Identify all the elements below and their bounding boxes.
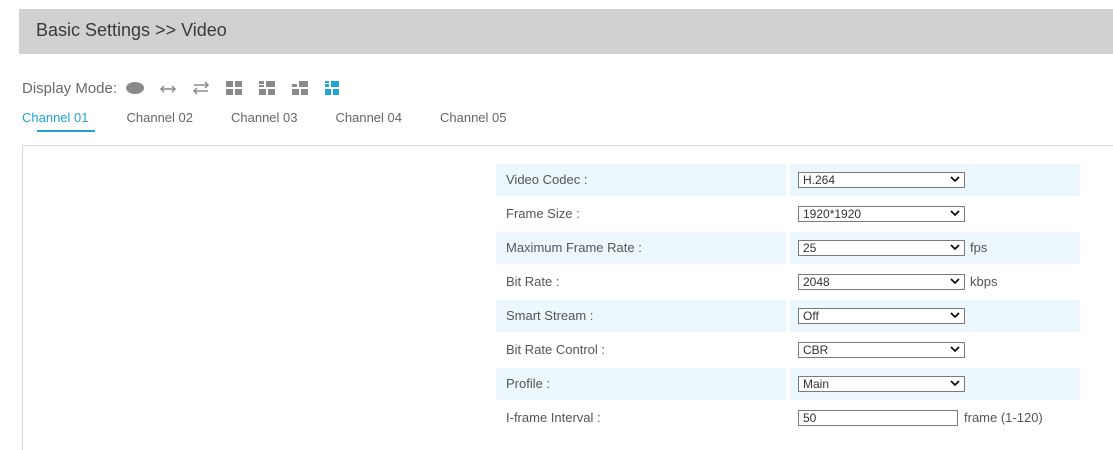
- grid-2x2-icon[interactable]: [224, 80, 244, 96]
- smart-stream-label: Smart Stream :: [496, 300, 786, 332]
- chevron-down-icon: [950, 380, 960, 387]
- frame-size-label: Frame Size :: [506, 206, 580, 221]
- profile-label: Profile :: [496, 368, 786, 400]
- tab-channel-04[interactable]: Channel 04: [336, 110, 403, 131]
- grid-layout-3-icon[interactable]: [290, 80, 310, 96]
- chevron-down-icon: [950, 176, 960, 183]
- tab-channel-02[interactable]: Channel 02: [127, 110, 194, 131]
- bit-rate-control-select[interactable]: CBR: [798, 342, 965, 358]
- iframe-interval-label: I-frame Interval :: [506, 410, 601, 425]
- smart-stream-select[interactable]: Off: [798, 308, 965, 324]
- iframe-interval-unit: frame (1-120): [964, 410, 1043, 425]
- tab-channel-05[interactable]: Channel 05: [440, 110, 507, 131]
- swap-arrows-icon[interactable]: [191, 80, 211, 96]
- chevron-down-icon: [950, 278, 960, 285]
- max-frame-rate-select[interactable]: 25: [798, 240, 965, 256]
- channel-tabs: Channel 01 Channel 02 Channel 03 Channel…: [22, 110, 545, 132]
- iframe-interval-input[interactable]: 50: [798, 410, 958, 426]
- bit-rate-control-label: Bit Rate Control :: [506, 342, 605, 357]
- frame-size-select[interactable]: 1920*1920: [798, 206, 965, 222]
- max-frame-rate-label: Maximum Frame Rate :: [496, 232, 786, 264]
- page-header: Basic Settings >> Video: [19, 9, 1113, 54]
- display-mode-bar: Display Mode:: [22, 78, 356, 98]
- ellipse-icon[interactable]: [125, 80, 145, 96]
- chevron-down-icon: [950, 346, 960, 353]
- chevron-down-icon: [950, 244, 960, 251]
- bit-rate-label: Bit Rate :: [506, 274, 560, 289]
- arrows-horizontal-icon[interactable]: [158, 80, 178, 96]
- bit-rate-select[interactable]: 2048: [798, 274, 965, 290]
- page-title: Basic Settings >> Video: [36, 20, 227, 40]
- settings-panel: Video Codec : H.264 Frame Size : 1920*19…: [22, 145, 1113, 450]
- tab-channel-01[interactable]: Channel 01: [22, 110, 94, 132]
- video-codec-label: Video Codec :: [496, 164, 786, 196]
- kbps-unit: kbps: [970, 274, 998, 289]
- fps-unit: fps: [970, 240, 988, 255]
- video-codec-select[interactable]: H.264: [798, 172, 965, 188]
- grid-layout-4-icon[interactable]: [323, 80, 343, 96]
- grid-layout-2-icon[interactable]: [257, 80, 277, 96]
- display-mode-label: Display Mode:: [22, 79, 118, 97]
- profile-select[interactable]: Main: [798, 376, 965, 392]
- chevron-down-icon: [950, 312, 960, 319]
- tab-channel-03[interactable]: Channel 03: [231, 110, 298, 131]
- chevron-down-icon: [950, 210, 960, 217]
